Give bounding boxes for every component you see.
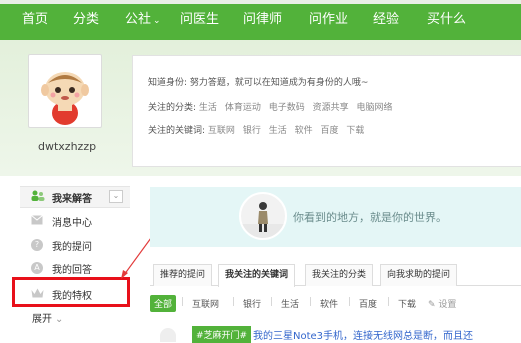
tab-followed-categories[interactable]: 我关注的分类 (305, 264, 374, 286)
filter-settings[interactable]: ✎ 设置 (428, 297, 456, 310)
tab-recommended[interactable]: 推荐的提问 (153, 264, 213, 286)
filter-all[interactable]: 全部 (150, 295, 177, 312)
person-figure-icon (241, 202, 285, 238)
banner-photo (239, 192, 287, 240)
annotation-arrow (121, 189, 187, 279)
tab-help-requests[interactable]: 向我求助的提问 (380, 264, 458, 286)
filter-software[interactable]: 软件 (320, 297, 338, 310)
pencil-icon: ✎ (428, 300, 436, 310)
filter-internet[interactable]: 互联网 (192, 297, 219, 310)
question-title-link[interactable]: 我的三星Note3手机，连接无线网总是断，而且还 (253, 327, 473, 342)
separator: | (387, 297, 391, 307)
filter-baidu[interactable]: 百度 (359, 297, 377, 310)
filter-bank[interactable]: 银行 (243, 297, 261, 310)
filter-download[interactable]: 下载 (398, 297, 416, 310)
question-tag[interactable]: #芝麻开门# (192, 326, 252, 343)
separator: | (270, 297, 274, 307)
tab-followed-keywords[interactable]: 我关注的关键词 (218, 264, 296, 287)
asker-avatar[interactable] (160, 328, 176, 342)
separator: | (181, 297, 185, 307)
settings-label: 设置 (438, 300, 457, 310)
separator: | (232, 297, 236, 307)
separator: | (348, 297, 352, 307)
banner-motto: 你看到的地方，就是你的世界。 (293, 211, 447, 224)
separator: | (309, 297, 313, 307)
filter-life[interactable]: 生活 (281, 297, 299, 310)
